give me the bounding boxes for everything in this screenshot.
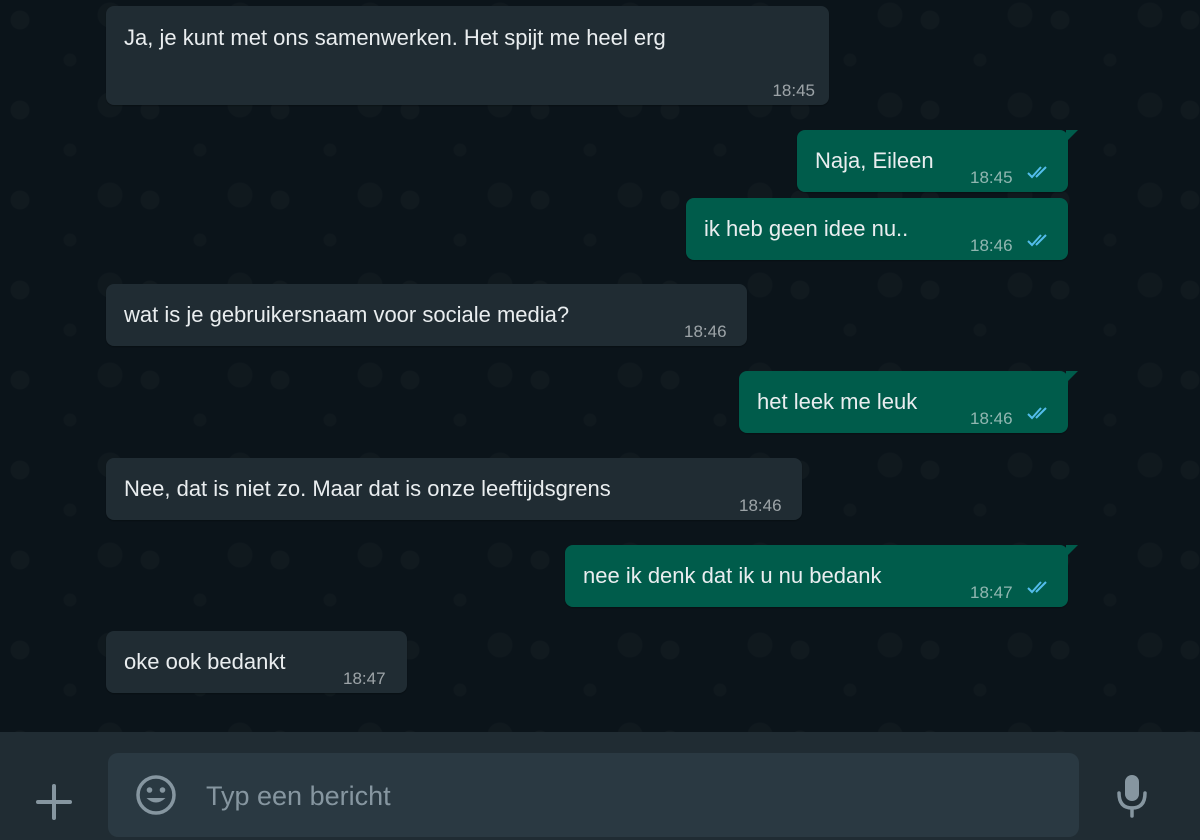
message-text: ik heb geen idee nu.. [704, 216, 909, 241]
chat-window: Ja, je kunt met ons samenwerken. Het spi… [0, 0, 1200, 840]
double-check-read-icon [1027, 166, 1047, 179]
message-text: Ja, je kunt met ons samenwerken. Het spi… [124, 25, 666, 50]
message-outgoing[interactable]: het leek me leuk 18:46 [739, 371, 1078, 433]
message-time: 18:46 [970, 409, 1013, 428]
bubble-tail [1066, 545, 1078, 557]
double-check-read-icon [1027, 407, 1047, 420]
message-input-container [108, 753, 1079, 837]
message-list[interactable]: Ja, je kunt met ons samenwerken. Het spi… [0, 0, 1200, 732]
message-text: wat is je gebruikersnaam voor sociale me… [124, 302, 570, 327]
bubble-tail [1066, 130, 1078, 142]
message-time: 18:47 [343, 669, 386, 688]
message-incoming[interactable]: Ja, je kunt met ons samenwerken. Het spi… [106, 6, 829, 105]
double-check-read-icon [1027, 234, 1047, 247]
message-input[interactable] [204, 775, 1028, 817]
bubble-tail [1066, 371, 1078, 383]
message-outgoing[interactable]: nee ik denk dat ik u nu bedank 18:47 [565, 545, 1078, 607]
message-time: 18:46 [970, 236, 1013, 255]
message-time: 18:45 [970, 168, 1013, 187]
plus-icon[interactable] [32, 780, 76, 824]
message-time: 18:45 [772, 81, 815, 100]
message-text: het leek me leuk [757, 389, 918, 414]
double-check-read-icon [1027, 581, 1047, 594]
microphone-icon[interactable] [1112, 772, 1152, 820]
smiley-icon[interactable] [134, 773, 178, 817]
message-outgoing[interactable]: Naja, Eileen 18:45 [797, 130, 1078, 192]
message-text: Nee, dat is niet zo. Maar dat is onze le… [124, 476, 611, 501]
message-text: oke ook bedankt [124, 649, 286, 674]
composer-bar [0, 732, 1200, 840]
message-incoming[interactable]: oke ook bedankt 18:47 [106, 631, 407, 693]
message-time: 18:46 [739, 496, 782, 515]
message-incoming[interactable]: wat is je gebruikersnaam voor sociale me… [106, 284, 747, 346]
message-text: nee ik denk dat ik u nu bedank [583, 563, 882, 588]
message-time: 18:47 [970, 583, 1013, 602]
message-incoming[interactable]: Nee, dat is niet zo. Maar dat is onze le… [106, 458, 802, 520]
message-text: Naja, Eileen [815, 148, 934, 173]
message-time: 18:46 [684, 322, 727, 341]
message-outgoing[interactable]: ik heb geen idee nu.. 18:46 [686, 198, 1068, 260]
